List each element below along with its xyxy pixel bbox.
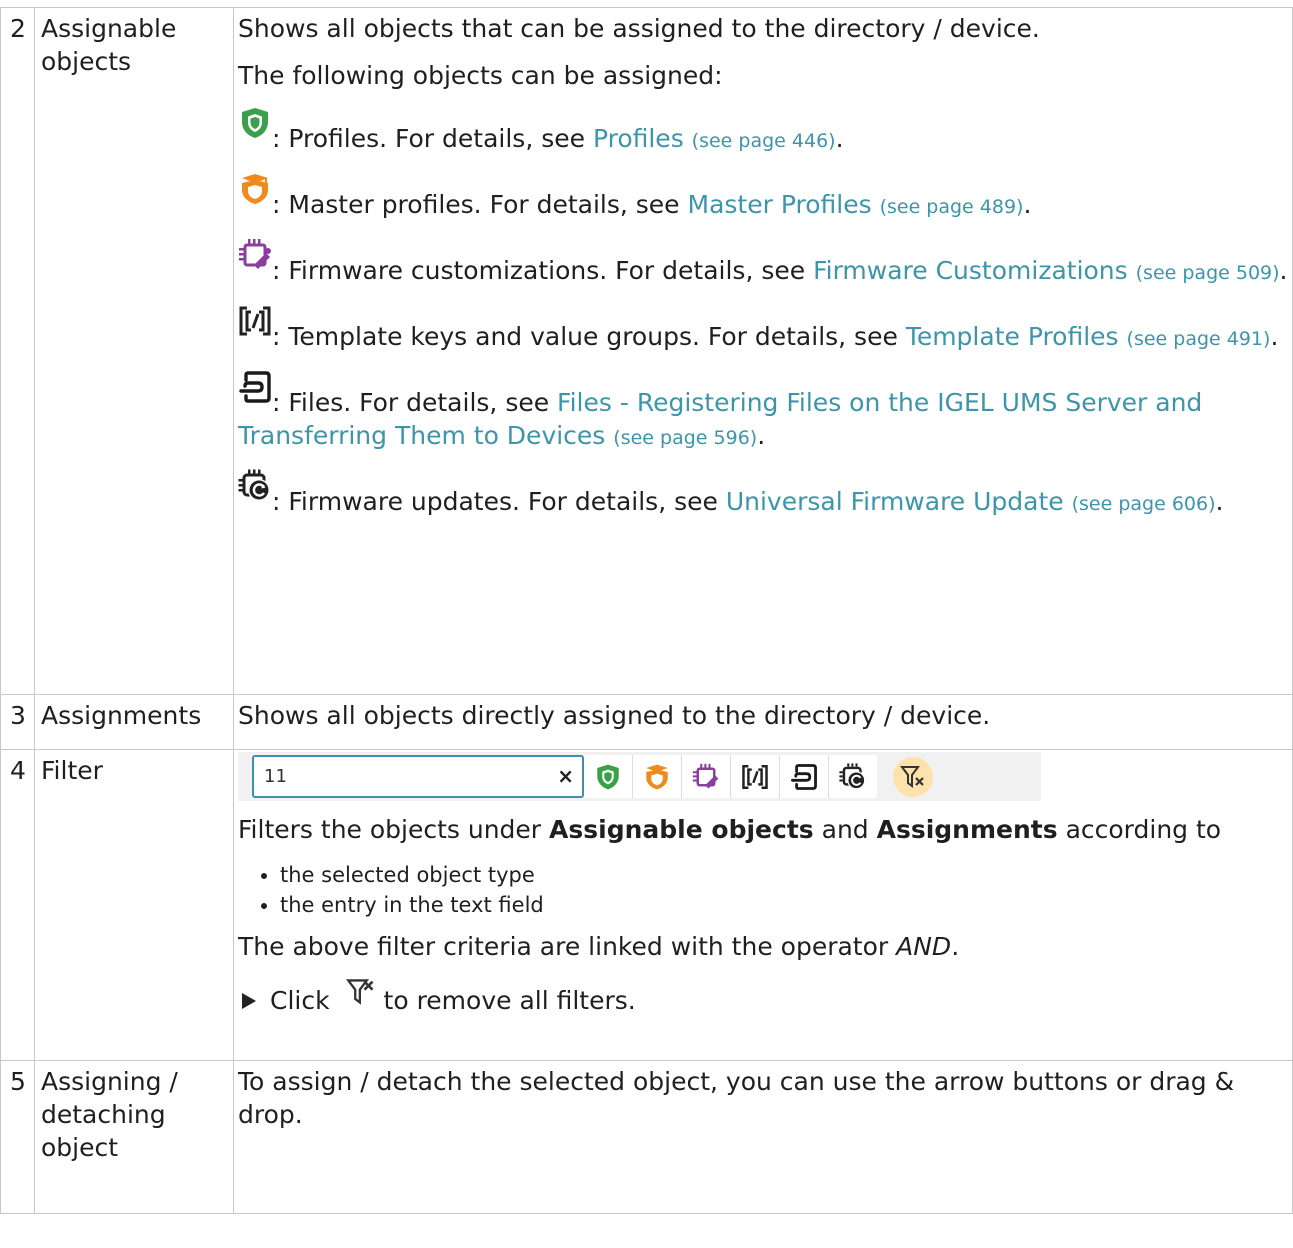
item-text: : Template keys and value groups. For de… (272, 322, 906, 351)
item-punct: . (1215, 487, 1224, 516)
row-name: Assigning / detaching object (34, 1060, 234, 1214)
list-item: the selected object type (280, 860, 1288, 890)
list-item: : Master profiles. For details, see Mast… (238, 172, 1288, 224)
clear-filter-icon (900, 765, 924, 788)
criteria-list: the selected object type the entry in th… (238, 860, 1288, 920)
page-ref[interactable]: (see page 446) (692, 130, 836, 152)
page-ref[interactable]: (see page 606) (1072, 493, 1216, 515)
page-ref[interactable]: (see page 596) (613, 427, 757, 449)
files-icon (238, 370, 272, 404)
step-text: to remove all filters. (383, 986, 636, 1015)
table-row: 3 Assignments Shows all objects directly… (0, 694, 1293, 750)
search-input[interactable]: 11 × (252, 755, 584, 798)
item-text: : Profiles. For details, see (272, 124, 593, 153)
master-profile-icon (646, 764, 668, 789)
table-row: 2 Assignable objects Shows all objects t… (0, 7, 1293, 695)
filter-toolbar: 11 × (238, 752, 1041, 801)
filter-text: and (813, 815, 877, 844)
filter-text: Filters the objects under (238, 815, 550, 844)
list-item: the entry in the text field (280, 890, 1288, 920)
operator-value: AND (896, 932, 952, 961)
firmware-customization-icon (692, 763, 719, 789)
filter-template-keys-button[interactable] (731, 755, 780, 798)
filter-bold: Assignable objects (549, 815, 814, 844)
firmware-update-icon (238, 469, 272, 503)
intro-text: Shows all objects that can be assigned t… (238, 14, 1040, 43)
list-item: : Firmware updates. For details, see Uni… (238, 469, 1288, 521)
page-ref[interactable]: (see page 489) (880, 196, 1024, 218)
item-punct: . (1023, 190, 1032, 219)
filter-files-button[interactable] (780, 755, 829, 798)
filter-master-profiles-button[interactable] (633, 755, 682, 798)
profiles-link[interactable]: Profiles (593, 124, 684, 153)
item-text: : Firmware updates. For details, see (272, 487, 726, 516)
master-profiles-link[interactable]: Master Profiles (688, 190, 872, 219)
filter-firmware-updates-button[interactable] (829, 755, 877, 798)
row-number: 5 (0, 1060, 35, 1214)
page-ref[interactable]: (see page 509) (1136, 262, 1280, 284)
template-profiles-link[interactable]: Template Profiles (906, 322, 1119, 351)
row-name: Assignable objects (34, 7, 234, 695)
item-punct: . (835, 124, 844, 153)
filter-firmware-customizations-button[interactable] (682, 755, 731, 798)
profile-shield-icon (597, 764, 619, 789)
operator-punct: . (951, 932, 960, 961)
remove-filters-step: Click to remove all filters. (238, 977, 1288, 1017)
row-number: 3 (0, 694, 35, 750)
template-keys-icon (238, 304, 272, 338)
row-description: Shows all objects that can be assigned t… (233, 7, 1293, 695)
item-punct: . (1270, 322, 1279, 351)
files-icon (791, 763, 817, 790)
list-item: : Files. For details, see Files - Regist… (238, 370, 1288, 455)
filter-profiles-button[interactable] (584, 755, 633, 798)
item-text: : Firmware customizations. For details, … (272, 256, 814, 285)
list-item: : Firmware customizations. For details, … (238, 238, 1288, 290)
clear-filters-button[interactable] (893, 756, 933, 797)
page-ref[interactable]: (see page 491) (1127, 328, 1271, 350)
description-table: 2 Assignable objects Shows all objects t… (0, 7, 1293, 1214)
item-text: : Files. For details, see (272, 388, 558, 417)
following-text: The following objects can be assigned: (238, 61, 723, 90)
clear-search-icon[interactable]: × (557, 760, 574, 793)
row-name: Filter (34, 749, 234, 1061)
item-punct: . (757, 421, 766, 450)
row-number: 4 (0, 749, 35, 1061)
item-punct: . (1279, 256, 1288, 285)
master-profile-icon (238, 172, 272, 206)
row-description: 11 × Filters the objects under Assignabl… (233, 749, 1293, 1061)
table-row: 4 Filter 11 × Filters the objects under … (0, 749, 1293, 1061)
row-name: Assignments (34, 694, 234, 750)
profile-shield-icon (238, 106, 272, 140)
row-description: To assign / detach the selected object, … (233, 1060, 1293, 1214)
operator-sentence: The above filter criteria are linked wit… (238, 932, 897, 961)
list-item: : Profiles. For details, see Profiles (s… (238, 106, 1288, 158)
table-row: 5 Assigning / detaching object To assign… (0, 1060, 1293, 1214)
step-text: Click (270, 986, 330, 1015)
firmware-update-icon (839, 762, 866, 789)
firmware-customizations-link[interactable]: Firmware Customizations (813, 256, 1128, 285)
list-item: : Template keys and value groups. For de… (238, 304, 1288, 356)
item-text: : Master profiles. For details, see (272, 190, 688, 219)
step-arrow-icon (242, 993, 256, 1009)
operator-text: The above filter criteria are linked wit… (238, 930, 1288, 963)
clear-filter-icon (345, 977, 376, 1007)
firmware-customization-icon (238, 238, 272, 272)
search-value: 11 (264, 766, 287, 787)
universal-firmware-update-link[interactable]: Universal Firmware Update (726, 487, 1064, 516)
filter-description: Filters the objects under Assignable obj… (238, 813, 1288, 846)
template-keys-icon (742, 764, 768, 789)
filter-text: according to (1057, 815, 1222, 844)
filter-bold: Assignments (876, 815, 1058, 844)
row-number: 2 (0, 7, 35, 695)
row-description: Shows all objects directly assigned to t… (233, 694, 1293, 750)
